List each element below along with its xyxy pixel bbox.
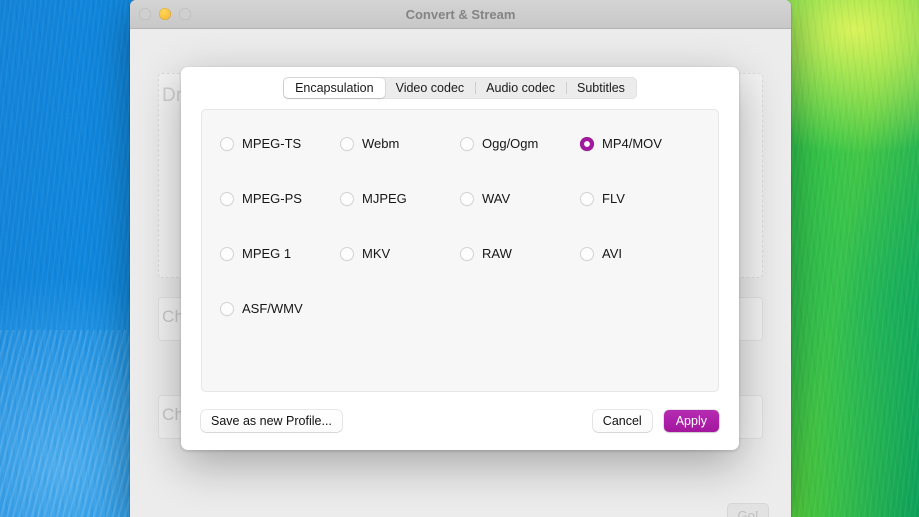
tab-subtitles[interactable]: Subtitles: [565, 78, 636, 98]
radio-label: MKV: [362, 246, 391, 261]
sheet-footer: Save as new Profile... Cancel Apply: [181, 392, 739, 450]
profile-settings-sheet: Encapsulation Video codec Audio codec Su…: [181, 67, 739, 450]
save-as-new-profile-button[interactable]: Save as new Profile...: [201, 410, 342, 432]
radio-ogg-ogm[interactable]: Ogg/Ogm: [460, 136, 580, 151]
tab-audio-codec[interactable]: Audio codec: [475, 78, 566, 98]
radio-wav[interactable]: WAV: [460, 191, 580, 206]
radio-label: MPEG-PS: [242, 191, 302, 206]
close-button[interactable]: [139, 8, 151, 20]
radio-icon: [580, 246, 594, 261]
radio-label: MP4/MOV: [602, 136, 662, 151]
tab-encapsulation[interactable]: Encapsulation: [284, 78, 385, 98]
window-titlebar[interactable]: Convert & Stream: [130, 0, 791, 29]
radio-label: FLV: [602, 191, 625, 206]
window-title: Convert & Stream: [405, 6, 516, 22]
maximize-button[interactable]: [179, 8, 191, 20]
radio-label: WAV: [482, 191, 511, 206]
encapsulation-radio-group: MPEG-TS Webm Ogg/Ogm MP4/MOV MPEG-PS MJP…: [202, 136, 718, 316]
radio-webm[interactable]: Webm: [340, 136, 460, 151]
radio-avi[interactable]: AVI: [580, 246, 700, 261]
radio-label: Webm: [362, 136, 400, 151]
radio-label: ASF/WMV: [242, 301, 303, 316]
tabbar: Encapsulation Video codec Audio codec Su…: [283, 77, 637, 99]
radio-label: MPEG-TS: [242, 136, 302, 151]
desktop-wallpaper: Convert & Stream Drop media here Choose …: [0, 0, 919, 517]
go-button[interactable]: Go!: [727, 503, 769, 517]
radio-icon: [580, 191, 594, 206]
radio-label: MPEG 1: [242, 246, 292, 261]
tab-video-codec[interactable]: Video codec: [385, 78, 476, 98]
radio-label: AVI: [602, 246, 622, 261]
radio-icon: [220, 246, 234, 261]
minimize-button[interactable]: [159, 8, 171, 20]
radio-mpeg-ts[interactable]: MPEG-TS: [220, 136, 340, 151]
radio-mkv[interactable]: MKV: [340, 246, 460, 261]
radio-icon: [340, 191, 354, 206]
radio-icon: [340, 136, 354, 151]
radio-icon: [220, 301, 234, 316]
cancel-button[interactable]: Cancel: [592, 410, 652, 432]
radio-label: Ogg/Ogm: [482, 136, 539, 151]
radio-icon: [340, 246, 354, 261]
radio-icon: [460, 191, 474, 206]
radio-label: MJPEG: [362, 191, 407, 206]
tabbar-container: Encapsulation Video codec Audio codec Su…: [181, 67, 739, 109]
radio-mpeg-1[interactable]: MPEG 1: [220, 246, 340, 261]
radio-icon: [460, 246, 474, 261]
apply-button[interactable]: Apply: [663, 410, 719, 432]
traffic-light-group: [130, 8, 191, 20]
radio-flv[interactable]: FLV: [580, 191, 700, 206]
radio-label: RAW: [482, 246, 512, 261]
radio-raw[interactable]: RAW: [460, 246, 580, 261]
encapsulation-panel: MPEG-TS Webm Ogg/Ogm MP4/MOV MPEG-PS MJP…: [201, 109, 719, 392]
radio-asf-wmv[interactable]: ASF/WMV: [220, 301, 340, 316]
radio-mp4-mov[interactable]: MP4/MOV: [580, 136, 700, 151]
radio-mpeg-ps[interactable]: MPEG-PS: [220, 191, 340, 206]
radio-mjpeg[interactable]: MJPEG: [340, 191, 460, 206]
radio-icon: [220, 191, 234, 206]
radio-selected-icon: [580, 136, 594, 151]
radio-icon: [460, 136, 474, 151]
radio-icon: [220, 136, 234, 151]
